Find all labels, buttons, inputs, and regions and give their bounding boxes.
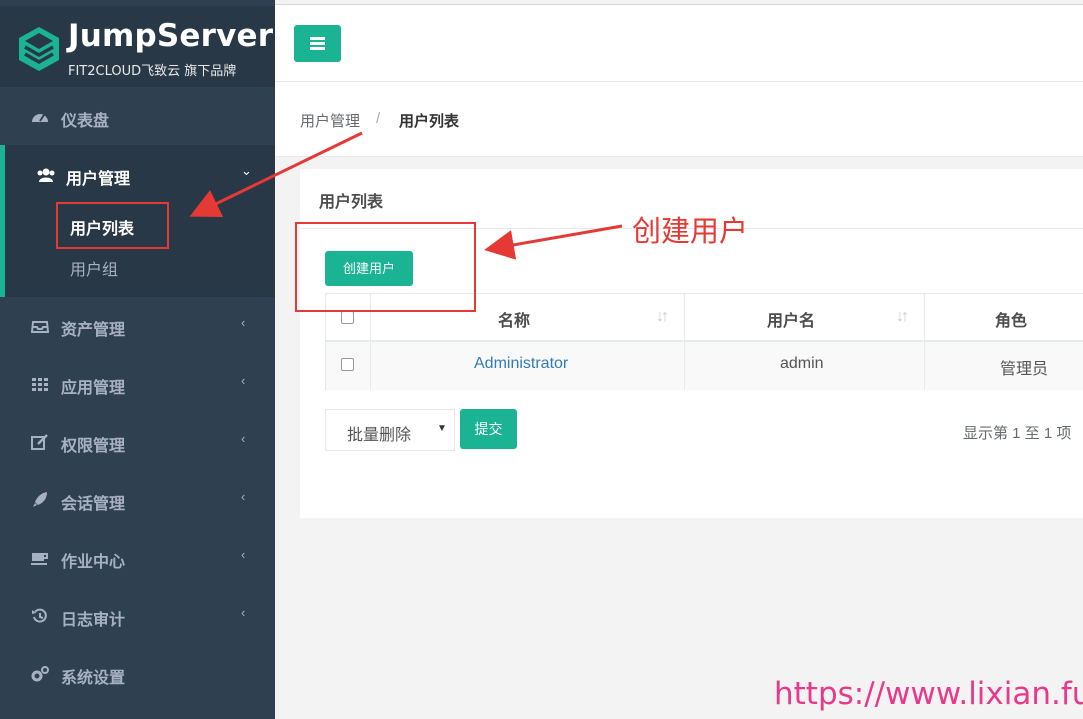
sidebar: JumpServer FIT2CLOUD飞致云 旗下品牌 仪表盘 用户管理 ⌄ … <box>0 0 275 719</box>
sidebar-item-label: 权限管理 <box>61 438 126 455</box>
sidebar-item-label: 仪表盘 <box>61 113 110 130</box>
column-header-username[interactable]: 用户名 <box>767 307 815 331</box>
chevron-left-icon: ‹ <box>241 315 246 330</box>
top-navbar <box>275 4 1083 82</box>
breadcrumb-parent[interactable]: 用户管理 <box>300 110 360 131</box>
sidebar-item-applications[interactable]: 应用管理 ‹ <box>0 355 275 413</box>
sidebar-item-label: 应用管理 <box>61 380 126 397</box>
chevron-left-icon: ‹ <box>241 431 246 446</box>
sidebar-item-label: 作业中心 <box>61 554 126 571</box>
edit-icon <box>31 434 48 450</box>
hamburger-icon <box>310 37 325 40</box>
sidebar-item-audit-logs[interactable]: 日志审计 ‹ <box>0 587 275 645</box>
user-role: 管理员 <box>1000 361 1049 378</box>
column-header-role[interactable]: 角色 <box>995 307 1027 331</box>
sidebar-item-settings[interactable]: 系统设置 <box>0 645 275 703</box>
submit-button[interactable]: 提交 <box>460 409 517 449</box>
watermark: https://www.lixian.fun <box>774 676 1083 712</box>
history-icon <box>32 608 47 623</box>
sidebar-item-jobs[interactable]: 作业中心 ‹ <box>0 529 275 587</box>
brand-header: JumpServer FIT2CLOUD飞致云 旗下品牌 <box>0 0 275 87</box>
breadcrumb-separator: / <box>376 110 381 127</box>
caret-down-icon: ▼ <box>437 423 447 434</box>
sidebar-item-permissions[interactable]: 权限管理 ‹ <box>0 413 275 471</box>
breadcrumb: 用户管理 / 用户列表 <box>275 82 1083 157</box>
rocket-icon <box>33 492 47 507</box>
annotation-label: 创建用户 <box>632 214 749 248</box>
sidebar-item-label: 日志审计 <box>61 612 126 629</box>
coffee-icon <box>31 553 48 565</box>
bulk-action-value: 批量删除 <box>347 427 412 444</box>
bulk-action-select[interactable]: 批量删除 ▼ <box>325 409 455 451</box>
brand-title: JumpServer <box>68 18 274 54</box>
annotation-box-create-user <box>295 222 476 312</box>
jumpserver-logo-icon <box>19 27 59 71</box>
annotation-box-user-list <box>56 202 169 249</box>
sidebar-item-label: 会话管理 <box>61 496 126 513</box>
pagination-info: 显示第 1 至 1 项 <box>963 425 1072 442</box>
chevron-left-icon: ‹ <box>241 547 246 562</box>
sidebar-item-sessions[interactable]: 会话管理 ‹ <box>0 471 275 529</box>
table-row: Administrator admin 管理员 <box>326 342 1083 390</box>
chevron-down-icon: ⌄ <box>241 163 252 178</box>
sidebar-item-label: 用户管理 <box>66 171 131 188</box>
chevron-left-icon: ‹ <box>241 489 246 504</box>
sidebar-item-label: 资产管理 <box>61 322 126 339</box>
column-header-name[interactable]: 名称 <box>498 307 530 331</box>
menu-toggle-button[interactable] <box>294 25 341 62</box>
brand-subtitle: FIT2CLOUD飞致云 旗下品牌 <box>68 64 237 79</box>
user-username: admin <box>780 355 824 372</box>
user-name-link[interactable]: Administrator <box>474 355 568 373</box>
sidebar-subitem-user-group[interactable]: 用户组 <box>70 256 118 280</box>
gears-icon <box>31 666 49 682</box>
sidebar-item-assets[interactable]: 资产管理 ‹ <box>0 297 275 355</box>
dashboard-icon <box>32 114 48 122</box>
grid-icon <box>32 378 48 391</box>
chevron-left-icon: ‹ <box>241 605 246 620</box>
sidebar-item-dashboard[interactable]: 仪表盘 <box>0 88 275 146</box>
users-icon <box>37 168 55 182</box>
row-checkbox[interactable] <box>341 358 354 371</box>
sort-icon[interactable]: ↓↑ <box>656 308 669 326</box>
sort-icon[interactable]: ↓↑ <box>896 308 909 326</box>
select-all-checkbox[interactable] <box>341 311 354 324</box>
chevron-left-icon: ‹ <box>241 373 246 388</box>
inbox-icon <box>31 321 49 333</box>
page-title: 用户列表 <box>319 194 384 211</box>
sidebar-item-label: 系统设置 <box>61 670 126 687</box>
breadcrumb-current: 用户列表 <box>399 113 460 130</box>
